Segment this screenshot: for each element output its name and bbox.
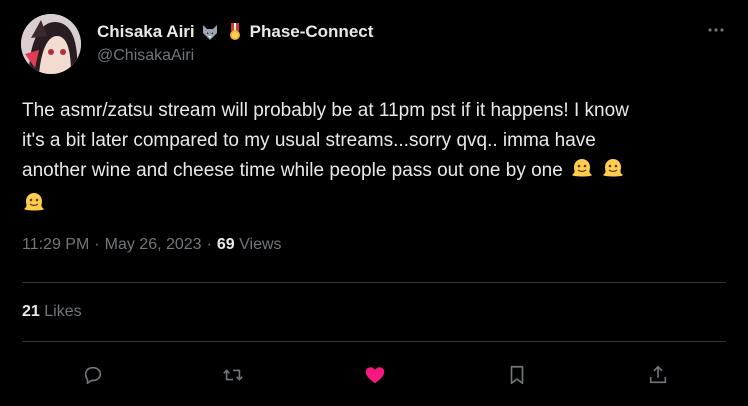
- melting-face-emoji-icon: [570, 156, 594, 190]
- like-button[interactable]: [358, 358, 392, 392]
- tweet-text: The asmr/zatsu stream will probably be a…: [22, 96, 722, 224]
- divider: [22, 282, 726, 283]
- author-name[interactable]: Chisaka Airi: [97, 22, 195, 42]
- melting-face-emoji-icon: [601, 156, 625, 190]
- retweet-button[interactable]: [216, 358, 250, 392]
- reply-icon: [84, 366, 102, 385]
- tweet-line-3-row: another wine and cheese time while peopl…: [22, 156, 722, 190]
- tweet-date[interactable]: May 26, 2023: [105, 236, 202, 254]
- avatar[interactable]: [21, 14, 81, 74]
- tweet-time[interactable]: 11:29 PM: [22, 236, 89, 254]
- tweet-line-1: The asmr/zatsu stream will probably be a…: [22, 100, 629, 121]
- divider: [22, 341, 726, 342]
- share-icon: [649, 365, 667, 384]
- wolf-emoji-icon: [200, 22, 220, 42]
- views-label: Views: [239, 236, 282, 253]
- share-button[interactable]: [641, 358, 675, 392]
- tweet-line-2: it's a bit later compared to my usual st…: [22, 130, 596, 151]
- meta-separator: ·: [206, 236, 212, 253]
- more-options-button[interactable]: [704, 20, 728, 40]
- author-name-row: Chisaka Airi Phase-Connect: [97, 21, 373, 43]
- bookmark-icon: [510, 365, 524, 385]
- views-count: 69: [216, 236, 235, 253]
- author-affiliation[interactable]: Phase-Connect: [250, 22, 374, 42]
- more-horizontal-icon: [708, 28, 724, 32]
- bookmark-button[interactable]: [500, 358, 534, 392]
- tweet-line-3: another wine and cheese time while peopl…: [22, 160, 563, 181]
- melting-face-emoji-icon: [22, 190, 46, 224]
- likes-label: Likes: [44, 303, 82, 320]
- author-handle[interactable]: @ChisakaAiri: [97, 47, 194, 65]
- tweet-line-4-row: [22, 190, 722, 224]
- tweet-card: Chisaka Airi Phase-Connect @ChisakaAiri: [0, 0, 748, 406]
- action-bar: [0, 358, 748, 392]
- retweet-icon: [223, 369, 243, 381]
- tweet-meta: 11:29 PM · May 26, 2023 · 69 Views: [22, 236, 282, 254]
- meta-separator: ·: [94, 236, 100, 253]
- likes-count: 21: [22, 303, 40, 320]
- reply-button[interactable]: [76, 358, 110, 392]
- like-icon: [365, 367, 385, 384]
- likes-stat[interactable]: 21 Likes: [22, 303, 82, 321]
- military-medal-icon: [225, 22, 245, 42]
